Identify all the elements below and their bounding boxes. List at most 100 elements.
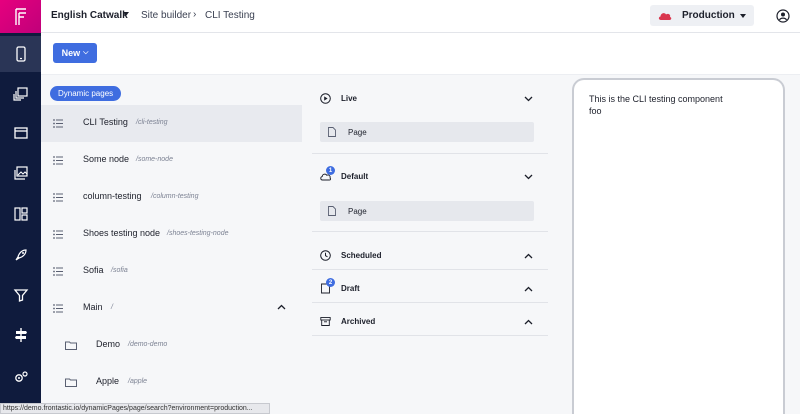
drag-list-icon[interactable]: [53, 267, 63, 276]
signpost-icon: [14, 328, 27, 342]
version-section-header[interactable]: 2 Draft: [312, 274, 548, 302]
version-section-title: Archived: [341, 317, 376, 326]
version-section-live: Live Page: [312, 84, 548, 154]
chevron-up-icon[interactable]: [524, 253, 533, 259]
rail-item-pages[interactable]: [0, 36, 41, 72]
frontastic-logo[interactable]: [0, 0, 41, 33]
new-button-label: New: [61, 48, 81, 58]
rail-item-deploy[interactable]: [0, 237, 41, 273]
filter-icon: [13, 289, 28, 302]
version-section-header[interactable]: Archived: [312, 307, 548, 335]
logo-f-icon: [14, 7, 26, 25]
tree-row-path: /cli-testing: [136, 119, 168, 126]
version-section-header[interactable]: Scheduled: [312, 241, 548, 269]
chevron-up-icon[interactable]: [277, 304, 286, 310]
folder-icon: [65, 341, 77, 350]
play-circle-icon: [320, 93, 331, 104]
mobile-icon: [15, 46, 26, 62]
tree-row-path: /demo-demo: [128, 341, 168, 348]
settings-gears-icon: [14, 371, 28, 382]
tree-row-name: Demo: [96, 339, 121, 349]
tree-row[interactable]: Some node /some-node: [41, 142, 302, 179]
version-page-card-label: Page: [348, 128, 367, 137]
drag-list-icon[interactable]: [53, 193, 63, 202]
main-nav-rail: [0, 0, 41, 414]
version-page-card[interactable]: Page: [320, 122, 534, 142]
folder-icon: [65, 378, 77, 387]
project-caret-icon[interactable]: [123, 12, 129, 16]
preview-component-text: This is the CLI testing component: [589, 94, 723, 104]
tree-row-path: /some-node: [136, 156, 173, 163]
tree-row-name: Shoes testing node: [83, 228, 161, 238]
environment-label: Production: [682, 10, 735, 21]
chevron-up-icon[interactable]: [524, 319, 533, 325]
version-section-title: Scheduled: [341, 251, 382, 260]
rail-item-settings[interactable]: [0, 359, 41, 395]
chevron-up-icon[interactable]: [524, 286, 533, 292]
tree-row-name: column-testing: [83, 191, 142, 201]
tree-row[interactable]: Shoes testing node /shoes-testing-node: [41, 216, 302, 253]
rocket-icon: [15, 249, 27, 261]
rail-item-routes[interactable]: [0, 317, 41, 353]
document-icon: [328, 206, 336, 216]
version-count-badge: 1: [326, 166, 335, 175]
layers-icon: [12, 87, 28, 101]
version-section-header[interactable]: 1 Default: [312, 162, 548, 190]
archive-box-icon: [320, 317, 331, 326]
tree-row-name: Main: [83, 302, 103, 312]
chevron-down-icon[interactable]: [524, 96, 533, 102]
rail-item-media[interactable]: [0, 155, 41, 191]
environment-select[interactable]: Production: [650, 5, 754, 26]
cloud-icon: [658, 13, 672, 20]
tree-row-path: /shoes-testing-node: [167, 230, 229, 237]
window-icon: [13, 127, 28, 139]
chevron-down-icon[interactable]: [524, 174, 533, 180]
version-section-header[interactable]: Live: [312, 84, 548, 112]
version-section-draft: 2 Draft: [312, 274, 548, 303]
browser-status-url: https://demo.frontastic.io/dynamicPages/…: [0, 403, 270, 414]
tree-row-path: /sofia: [111, 267, 128, 274]
breadcrumb-separator-icon: ›: [193, 9, 197, 20]
tree-row[interactable]: Apple /apple: [41, 364, 302, 401]
rail-item-window[interactable]: [0, 115, 41, 151]
version-section-scheduled: Scheduled: [312, 241, 548, 270]
tree-row[interactable]: Main /: [41, 290, 302, 327]
breadcrumb-site-builder[interactable]: Site builder: [141, 10, 191, 21]
tree-row[interactable]: Demo /demo-demo: [41, 327, 302, 364]
preview-component-text: foo: [589, 106, 602, 116]
clock-icon: [320, 250, 331, 261]
version-section-archived: Archived: [312, 307, 548, 336]
drag-list-icon[interactable]: [53, 119, 63, 128]
drag-list-icon[interactable]: [53, 230, 63, 239]
rail-item-filter[interactable]: [0, 277, 41, 313]
tree-row-name: Apple: [96, 376, 120, 386]
drag-list-icon[interactable]: [53, 156, 63, 165]
dynamic-pages-tag[interactable]: Dynamic pages: [50, 86, 122, 101]
version-section-title: Default: [341, 172, 369, 181]
top-header: English Catwalk Site builder › CLI Testi…: [41, 0, 800, 33]
chevron-down-icon: ⌵: [83, 49, 89, 56]
tree-row-path: /: [111, 304, 113, 311]
tree-row-path: /apple: [128, 378, 148, 385]
tree-row[interactable]: Sofia /sofia: [41, 253, 302, 290]
breadcrumb-current-page: CLI Testing: [205, 10, 255, 21]
user-account-icon[interactable]: [776, 9, 790, 23]
tree-row-name: Some node: [83, 154, 130, 164]
tree-row-name: Sofia: [83, 265, 104, 275]
tree-row-path: /column-testing: [151, 193, 199, 200]
tree-row[interactable]: column-testing /column-testing: [41, 179, 302, 216]
rail-item-layers[interactable]: [0, 76, 41, 112]
action-bar: New ⌵: [41, 33, 800, 75]
dashboard-icon: [13, 207, 28, 221]
version-count-badge: 2: [326, 278, 335, 287]
rail-item-dashboard[interactable]: [0, 196, 41, 232]
version-page-card[interactable]: Page: [320, 201, 534, 221]
tree-row-name: CLI Testing: [83, 117, 128, 127]
document-icon: [328, 127, 336, 137]
project-switcher[interactable]: English Catwalk: [51, 10, 128, 21]
version-section-title: Draft: [341, 284, 360, 293]
version-section-title: Live: [341, 94, 358, 103]
tree-row[interactable]: CLI Testing /cli-testing: [41, 105, 302, 142]
new-button[interactable]: New ⌵: [53, 43, 97, 63]
drag-list-icon[interactable]: [53, 304, 63, 313]
